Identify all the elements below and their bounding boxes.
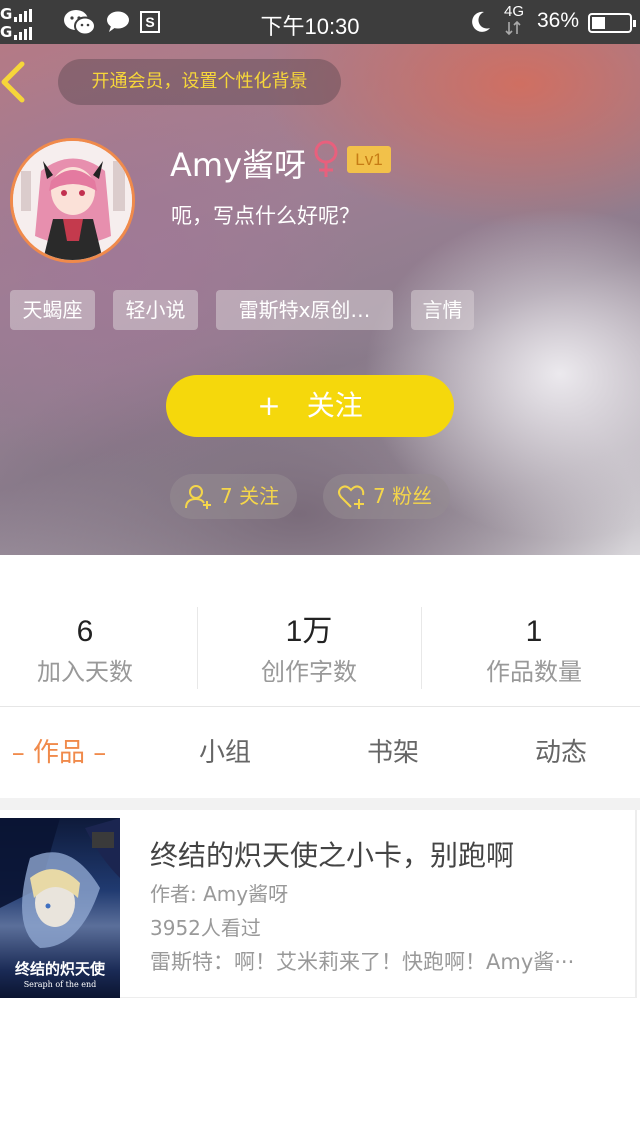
tag-constellation[interactable]: 天蝎座 bbox=[10, 290, 95, 330]
following-label: 7 关注 bbox=[220, 484, 280, 508]
clock: 下午10:30 bbox=[260, 14, 360, 39]
stat-label: 作品数量 bbox=[486, 658, 582, 686]
stat-divider bbox=[197, 607, 198, 689]
battery-level-fill bbox=[592, 17, 605, 29]
level-badge: Lv1 bbox=[347, 146, 391, 173]
fans-count-pill[interactable]: 7 粉丝 bbox=[323, 474, 450, 519]
user-add-icon bbox=[185, 485, 211, 509]
fans-label: 7 粉丝 bbox=[373, 484, 433, 508]
network-type: 4G bbox=[504, 4, 524, 36]
stat-divider bbox=[421, 607, 422, 689]
stat-label: 加入天数 bbox=[37, 658, 133, 686]
stat-works-count: 1 作品数量 bbox=[434, 615, 634, 687]
status-bar: G G S 下午10:30 4G 36% bbox=[0, 0, 640, 44]
work-card[interactable]: 终结的炽天使 Seraph of the end 终结的炽天使之小卡，别跑啊 作… bbox=[0, 810, 637, 998]
tab-bookshelf[interactable]: 书架 bbox=[338, 708, 448, 798]
work-title[interactable]: 终结的炽天使之小卡，别跑啊 bbox=[150, 834, 514, 874]
do-not-disturb-moon-icon bbox=[472, 11, 490, 32]
plus-icon: + bbox=[257, 389, 281, 422]
stats-bar: 6 加入天数 1万 创作字数 1 作品数量 bbox=[0, 555, 640, 707]
stat-value: 1 bbox=[525, 615, 543, 648]
battery-icon bbox=[588, 13, 636, 33]
stat-value: 1万 bbox=[285, 615, 333, 648]
cover-subtitle: Seraph of the end bbox=[23, 980, 97, 989]
avatar-anime-girl-image bbox=[13, 141, 132, 260]
stat-value: 6 bbox=[76, 615, 94, 648]
stat-words-written: 1万 创作字数 bbox=[209, 615, 409, 687]
female-gender-icon bbox=[314, 140, 338, 177]
follow-label: 关注 bbox=[306, 389, 363, 422]
tab-works[interactable]: – 作品 – bbox=[0, 708, 118, 798]
tag-pairing[interactable]: 雷斯特x原创… bbox=[216, 290, 393, 330]
network-label: 4G bbox=[504, 3, 525, 20]
work-excerpt: 雷斯特：啊！艾米莉来了！快跑啊！Amy酱··· bbox=[150, 950, 575, 974]
tag-light-novel[interactable]: 轻小说 bbox=[113, 290, 198, 330]
section-gap bbox=[0, 798, 640, 810]
tab-groups[interactable]: 小组 bbox=[170, 708, 280, 798]
work-author: 作者: Amy酱呀 bbox=[150, 882, 289, 906]
back-button[interactable] bbox=[0, 60, 28, 106]
work-cover-image: 终结的炽天使 Seraph of the end bbox=[0, 818, 120, 998]
stat-label: 创作字数 bbox=[261, 658, 357, 686]
heart-add-icon bbox=[338, 485, 365, 509]
profile-header: 开通会员，设置个性化背景 Amy酱呀 Lv1 呃，写点什么好呢？ 天蝎座 轻小说… bbox=[0, 44, 640, 555]
vip-background-banner[interactable]: 开通会员，设置个性化背景 bbox=[58, 59, 341, 105]
chevron-left-icon bbox=[1, 61, 25, 103]
stat-days-joined: 6 加入天数 bbox=[0, 615, 185, 687]
profile-tabs: – 作品 – 小组 书架 动态 bbox=[0, 708, 640, 798]
follow-button[interactable]: + 关注 bbox=[166, 375, 454, 437]
bio-text: 呃，写点什么好呢？ bbox=[171, 204, 360, 228]
data-arrows-icon bbox=[505, 20, 521, 36]
work-views: 3952人看过 bbox=[150, 916, 261, 940]
battery-percent: 36% bbox=[537, 9, 580, 32]
avatar[interactable] bbox=[10, 138, 135, 263]
following-count-pill[interactable]: 7 关注 bbox=[170, 474, 297, 519]
tab-activity[interactable]: 动态 bbox=[506, 708, 616, 798]
tag-romance[interactable]: 言情 bbox=[411, 290, 474, 330]
username: Amy酱呀 bbox=[170, 146, 307, 184]
cover-title: 终结的炽天使 bbox=[14, 960, 105, 978]
